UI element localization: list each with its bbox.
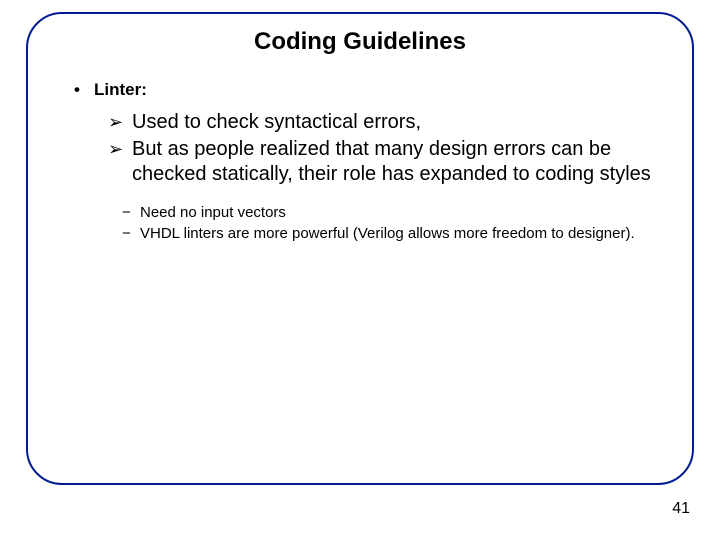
bullet-level-2: ➢ Used to check syntactical errors, ➢ Bu… xyxy=(108,110,668,187)
arrow-icon: ➢ xyxy=(108,111,132,134)
dash-icon: − xyxy=(122,224,140,244)
bullet-text: But as people realized that many design … xyxy=(132,137,668,187)
bullet-level-3: − Need no input vectors − VHDL linters a… xyxy=(122,203,668,243)
list-item: ➢ But as people realized that many desig… xyxy=(108,137,668,187)
dash-icon: − xyxy=(122,203,140,223)
bullet-text: Linter: xyxy=(94,80,147,100)
page-number: 41 xyxy=(672,500,690,518)
bullet-text: Used to check syntactical errors, xyxy=(132,110,421,135)
slide-frame: Coding Guidelines • Linter: ➢ Used to ch… xyxy=(26,12,694,485)
list-item: • Linter: xyxy=(74,80,668,100)
list-item: − Need no input vectors xyxy=(122,203,668,223)
bullet-text: Need no input vectors xyxy=(140,203,286,223)
bullet-level-1: • Linter: xyxy=(74,80,668,100)
bullet-icon: • xyxy=(74,80,94,100)
list-item: − VHDL linters are more powerful (Verilo… xyxy=(122,224,668,244)
bullet-text: VHDL linters are more powerful (Verilog … xyxy=(140,224,635,244)
arrow-icon: ➢ xyxy=(108,138,132,161)
slide: Coding Guidelines • Linter: ➢ Used to ch… xyxy=(0,0,720,540)
list-item: ➢ Used to check syntactical errors, xyxy=(108,110,668,135)
slide-title: Coding Guidelines xyxy=(52,28,668,56)
